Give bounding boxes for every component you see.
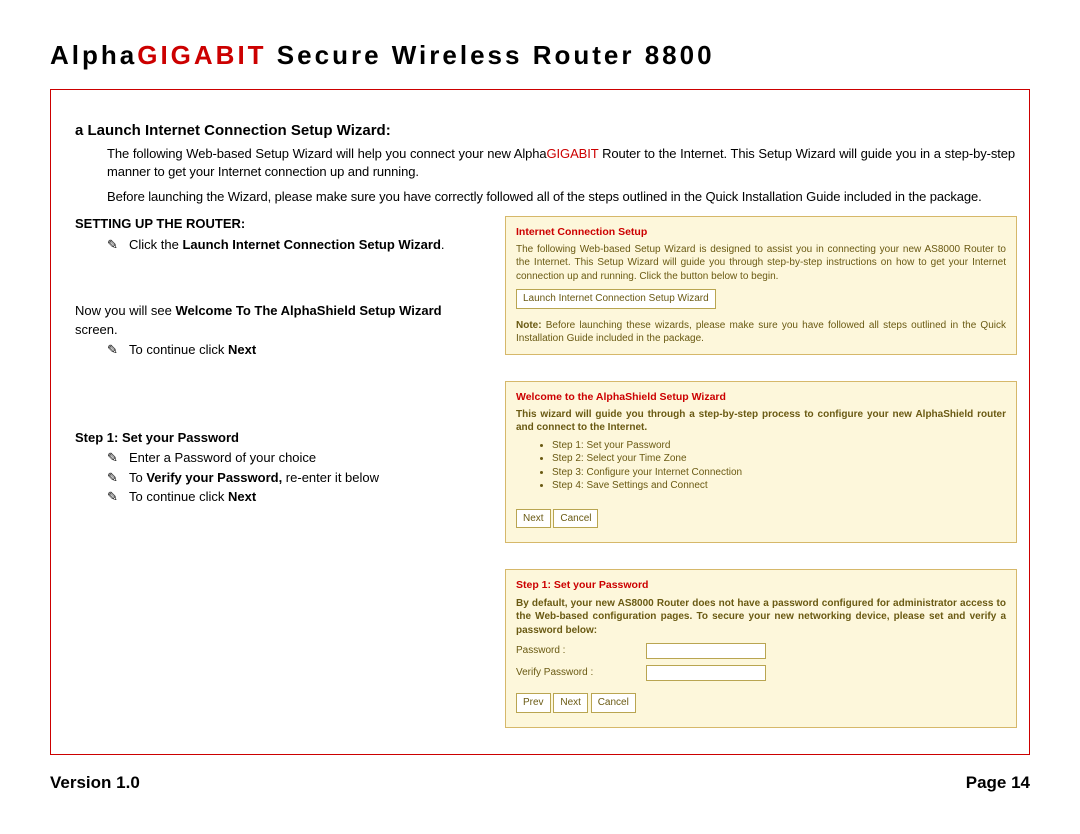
section-a-p1: The following Web-based Setup Wizard wil… bbox=[107, 145, 1015, 180]
cancel-button[interactable]: Cancel bbox=[553, 509, 598, 529]
page-number: Page 14 bbox=[966, 773, 1030, 793]
wizard-step: Step 2: Select your Time Zone bbox=[552, 452, 1006, 466]
setting-up-bullet: ✎ Click the Launch Internet Connection S… bbox=[107, 235, 487, 255]
wizard-step: Step 1: Set your Password bbox=[552, 439, 1006, 453]
step1-heading: Step 1: Set your Password bbox=[75, 429, 487, 448]
section-a-p2: Before launching the Wizard, please make… bbox=[107, 188, 1015, 206]
panel2-title: Welcome to the AlphaShield Setup Wizard bbox=[516, 390, 1006, 404]
wizard-step: Step 3: Configure your Internet Connecti… bbox=[552, 466, 1006, 480]
step1-b1: ✎ Enter a Password of your choice bbox=[107, 448, 487, 468]
next-button[interactable]: Next bbox=[553, 693, 588, 713]
welcome-lead: Now you will see Welcome To The AlphaShi… bbox=[75, 302, 487, 340]
pencil-icon: ✎ bbox=[107, 235, 129, 255]
verify-password-input[interactable] bbox=[646, 665, 766, 681]
prev-button[interactable]: Prev bbox=[516, 693, 551, 713]
password-label: Password : bbox=[516, 644, 646, 658]
launch-wizard-button[interactable]: Launch Internet Connection Setup Wizard bbox=[516, 289, 716, 309]
panel1-title: Internet Connection Setup bbox=[516, 225, 1006, 239]
panel-internet-setup: Internet Connection Setup The following … bbox=[505, 216, 1017, 355]
content-frame: a Launch Internet Connection Setup Wizar… bbox=[50, 89, 1030, 755]
pencil-icon: ✎ bbox=[107, 340, 129, 360]
panel1-desc: The following Web-based Setup Wizard is … bbox=[516, 243, 1006, 284]
section-a-heading: a Launch Internet Connection Setup Wizar… bbox=[75, 122, 1017, 139]
step1-b2: ✎ To Verify your Password, re-enter it b… bbox=[107, 468, 487, 488]
verify-password-label: Verify Password : bbox=[516, 666, 646, 680]
welcome-bullet: ✎ To continue click Next bbox=[107, 340, 487, 360]
password-input[interactable] bbox=[646, 643, 766, 659]
setting-up-heading: SETTING UP THE ROUTER: bbox=[75, 216, 487, 231]
panel-step1-password: Step 1: Set your Password By default, yo… bbox=[505, 569, 1017, 727]
page-title: AlphaGIGABIT Secure Wireless Router 8800 bbox=[50, 40, 1030, 71]
panel-welcome-wizard: Welcome to the AlphaShield Setup Wizard … bbox=[505, 381, 1017, 544]
pencil-icon: ✎ bbox=[107, 448, 129, 468]
version-label: Version 1.0 bbox=[50, 773, 140, 793]
pencil-icon: ✎ bbox=[107, 468, 129, 488]
panel2-desc: This wizard will guide you through a ste… bbox=[516, 408, 1006, 435]
panel3-title: Step 1: Set your Password bbox=[516, 578, 1006, 592]
step1-b3: ✎ To continue click Next bbox=[107, 487, 487, 507]
next-button[interactable]: Next bbox=[516, 509, 551, 529]
wizard-step: Step 4: Save Settings and Connect bbox=[552, 479, 1006, 493]
panel1-note: Note: Before launching these wizards, pl… bbox=[516, 319, 1006, 346]
panel3-desc: By default, your new AS8000 Router does … bbox=[516, 597, 1006, 638]
pencil-icon: ✎ bbox=[107, 487, 129, 507]
cancel-button[interactable]: Cancel bbox=[591, 693, 636, 713]
